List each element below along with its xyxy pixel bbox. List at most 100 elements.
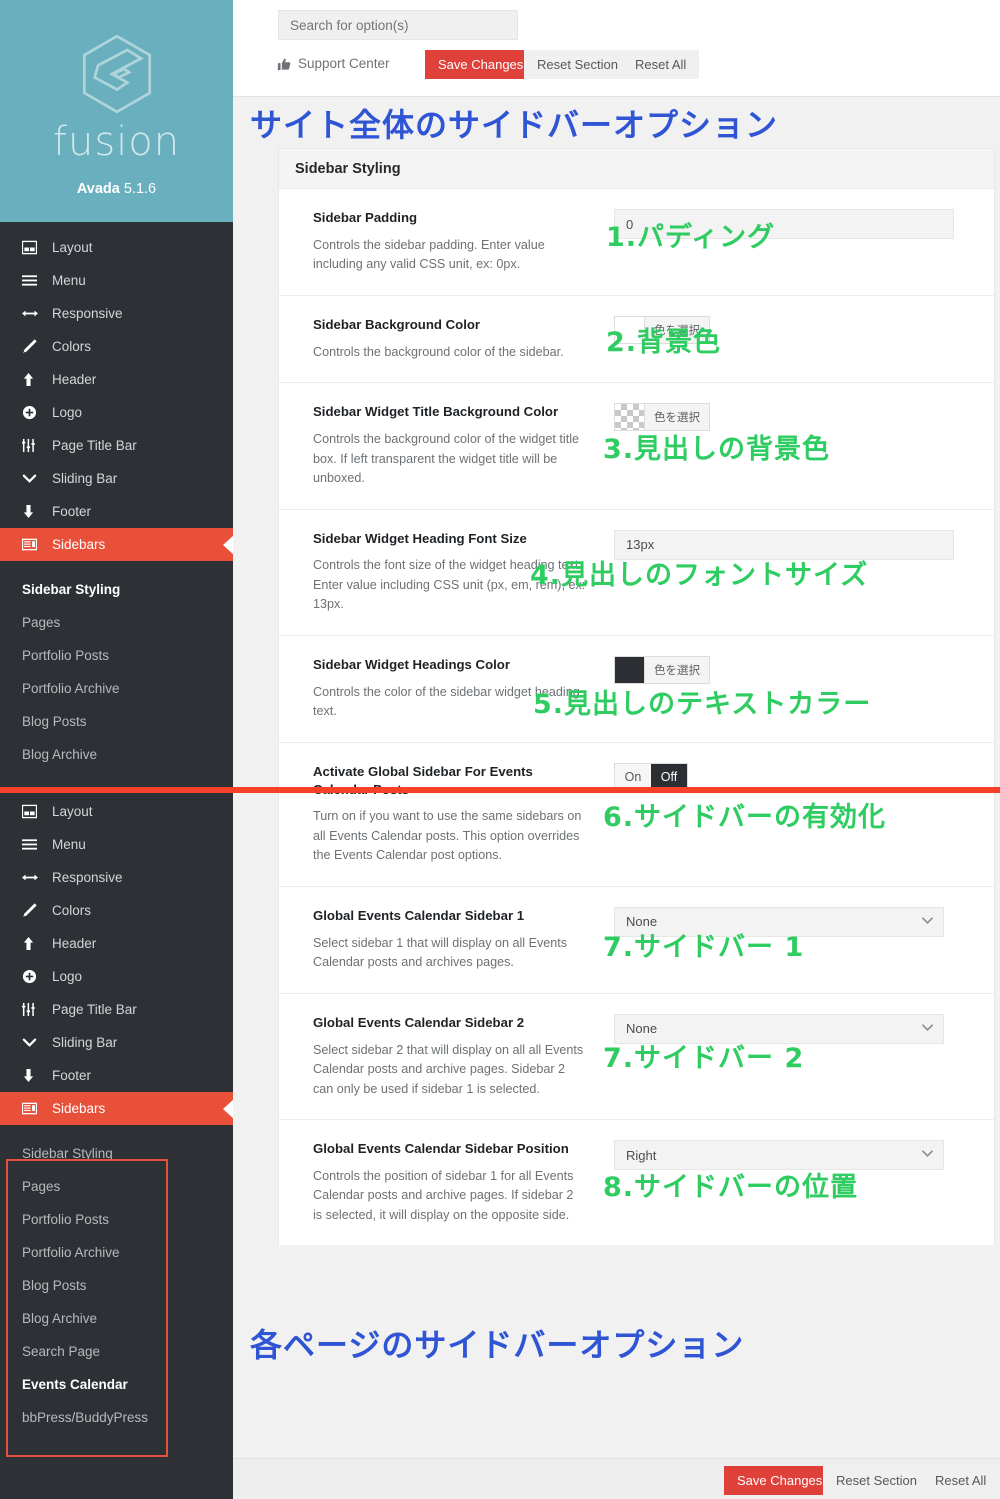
subnav-item-blog-posts-primary[interactable]: Blog Posts	[0, 705, 233, 738]
brand-wordmark: fusion	[52, 119, 181, 165]
nav-item-footer-primary[interactable]: Footer	[0, 495, 233, 528]
nav-item-label: Page Title Bar	[52, 438, 137, 453]
nav-item-responsive-secondary[interactable]: Responsive	[0, 861, 233, 894]
nav-item-label: Page Title Bar	[52, 1002, 137, 1017]
arrows-h-icon	[22, 870, 46, 885]
option-label-column: Sidebar Widget Title Background Color Con…	[279, 403, 614, 488]
nav-item-layout-secondary[interactable]: Layout	[0, 795, 233, 828]
option-description: Select sidebar 1 that will display on al…	[313, 935, 568, 970]
subnav-item-pages-secondary[interactable]: Pages	[0, 1170, 233, 1203]
option-label-column: Activate Global Sidebar For Events Calen…	[279, 763, 614, 866]
chevron-down-icon	[922, 1023, 933, 1035]
reset-all-button-top[interactable]: Reset All	[622, 50, 700, 79]
sidebar-icon	[22, 537, 46, 552]
subnav-item-portfolio-posts-primary[interactable]: Portfolio Posts	[0, 639, 233, 672]
sidebar-icon	[22, 1101, 46, 1116]
nav-item-page-title-bar-secondary[interactable]: Page Title Bar	[0, 993, 233, 1026]
option-description: Select sidebar 2 that will display on al…	[313, 1042, 584, 1096]
nav-item-responsive-primary[interactable]: Responsive	[0, 297, 233, 330]
color-picker[interactable]: 色を選択	[614, 655, 710, 684]
color-swatch[interactable]	[615, 656, 645, 683]
subnav-item-pages-primary[interactable]: Pages	[0, 606, 233, 639]
reset-section-button-top[interactable]: Reset Section	[524, 50, 631, 79]
nav-item-sliding-bar-secondary[interactable]: Sliding Bar	[0, 1026, 233, 1059]
paintbrush-icon	[22, 339, 46, 354]
annotation-step-4: 4.見出しのフォントサイズ	[530, 560, 869, 591]
nav-item-header-primary[interactable]: Header	[0, 363, 233, 396]
annotation-global-sidebar-options: サイト全体のサイドバーオプション	[250, 106, 779, 144]
nav-item-menu-secondary[interactable]: Menu	[0, 828, 233, 861]
nav-item-label: Header	[52, 372, 97, 387]
nav-item-footer-secondary[interactable]: Footer	[0, 1059, 233, 1092]
nav-item-sidebars-secondary[interactable]: Sidebars	[0, 1092, 233, 1125]
option-title: Sidebar Widget Heading Font Size	[313, 530, 527, 546]
annotation-step-7: 7.サイドバー 1	[603, 932, 805, 963]
option-title: Global Events Calendar Sidebar 2	[313, 1014, 525, 1030]
nav-item-logo-primary[interactable]: Logo	[0, 396, 233, 429]
option-title: Sidebar Widget Headings Color	[313, 656, 510, 672]
color-picker-button-label: 色を選択	[654, 664, 700, 677]
option-title: Sidebar Padding	[313, 210, 418, 225]
arrow-down-icon	[22, 1068, 46, 1083]
nav-item-header-secondary[interactable]: Header	[0, 927, 233, 960]
option-description: Turn on if you want to use the same side…	[313, 809, 582, 863]
reset-all-button-bottom[interactable]: Reset All	[922, 1466, 1000, 1495]
annotation-step-9: 8.サイドバーの位置	[603, 1172, 859, 1203]
sliders-icon	[22, 1002, 46, 1017]
option-description: Controls the sidebar padding. Enter valu…	[313, 237, 545, 272]
annotation-step-6: 6.サイドバーの有効化	[603, 802, 887, 833]
nav-item-label: Sidebars	[52, 1101, 106, 1116]
chevron-down-icon	[22, 471, 46, 486]
subnav-item-events-calendar-secondary[interactable]: Events Calendar	[0, 1368, 233, 1401]
option-label-column: Global Events Calendar Sidebar 2 Select s…	[279, 1014, 614, 1099]
nav-item-menu-primary[interactable]: Menu	[0, 264, 233, 297]
select-value: None	[626, 1021, 658, 1037]
nav-item-layout-primary[interactable]: Layout	[0, 231, 233, 264]
subnav-item-blog-archive-primary[interactable]: Blog Archive	[0, 738, 233, 771]
paintbrush-icon	[22, 903, 46, 918]
subnav-item-bbpress-buddypress-secondary[interactable]: bbPress/BuddyPress	[0, 1401, 233, 1434]
annotation-per-page-sidebar-options: 各ページのサイドバーオプション	[250, 1326, 745, 1364]
subnav-item-blog-posts-secondary[interactable]: Blog Posts	[0, 1269, 233, 1302]
nav-item-label: Logo	[52, 969, 83, 984]
save-changes-button-top[interactable]: Save Changes	[425, 50, 537, 79]
menu-bars-icon	[22, 273, 46, 288]
subnav-item-portfolio-archive-primary[interactable]: Portfolio Archive	[0, 672, 233, 705]
arrow-up-icon	[22, 372, 46, 387]
subnav-item-blog-archive-secondary[interactable]: Blog Archive	[0, 1302, 233, 1335]
nav-item-label: Footer	[52, 504, 92, 519]
search-input[interactable]	[278, 10, 518, 40]
nav-item-logo-secondary[interactable]: Logo	[0, 960, 233, 993]
reset-section-button-bottom[interactable]: Reset Section	[823, 1466, 930, 1495]
nav-item-colors-primary[interactable]: Colors	[0, 330, 233, 363]
save-changes-button-bottom[interactable]: Save Changes	[724, 1466, 836, 1495]
nav-item-label: Logo	[52, 405, 83, 420]
nav-item-sidebars-primary[interactable]: Sidebars	[0, 528, 233, 561]
top-toolbar: Support Center Save Changes Reset Sectio…	[233, 0, 1000, 97]
main-content: Support Center Save Changes Reset Sectio…	[233, 0, 1000, 1499]
toggle-option-on[interactable]: On	[615, 763, 651, 790]
menu-bars-icon	[22, 837, 46, 852]
subnav-item-portfolio-posts-secondary[interactable]: Portfolio Posts	[0, 1203, 233, 1236]
theme-options-screen: fusion Avada 5.1.6 Layout Menu Responsive C…	[0, 0, 1000, 1499]
annotation-step-8: 7.サイドバー 2	[603, 1043, 805, 1074]
nav-item-sliding-bar-primary[interactable]: Sliding Bar	[0, 462, 233, 495]
subnav-item-sidebar-styling-primary[interactable]: Sidebar Styling	[0, 573, 233, 606]
subnav-item-search-page-secondary[interactable]: Search Page	[0, 1335, 233, 1368]
layout-icon	[22, 240, 46, 255]
fusion-hexagon-logo-icon	[82, 34, 151, 114]
support-center-link[interactable]: Support Center	[277, 56, 390, 71]
subnav-item-sidebar-styling-secondary[interactable]: Sidebar Styling	[0, 1137, 233, 1170]
toggle-option-off[interactable]: Off	[651, 763, 687, 790]
product-name: Avada	[76, 181, 120, 197]
panel-section-title: Sidebar Styling	[279, 149, 994, 189]
plus-circle-icon	[22, 969, 46, 984]
annotation-step-5: 5.見出しのテキストカラー	[533, 689, 872, 720]
option-label-column: Sidebar Padding Controls the sidebar padd…	[279, 209, 614, 275]
subnav-item-portfolio-archive-secondary[interactable]: Portfolio Archive	[0, 1236, 233, 1269]
nav-item-page-title-bar-primary[interactable]: Page Title Bar	[0, 429, 233, 462]
left-navigation: fusion Avada 5.1.6 Layout Menu Responsive C…	[0, 0, 233, 1499]
support-center-label: Support Center	[298, 56, 390, 71]
nav-item-colors-secondary[interactable]: Colors	[0, 894, 233, 927]
nav-item-label: Menu	[52, 273, 86, 288]
